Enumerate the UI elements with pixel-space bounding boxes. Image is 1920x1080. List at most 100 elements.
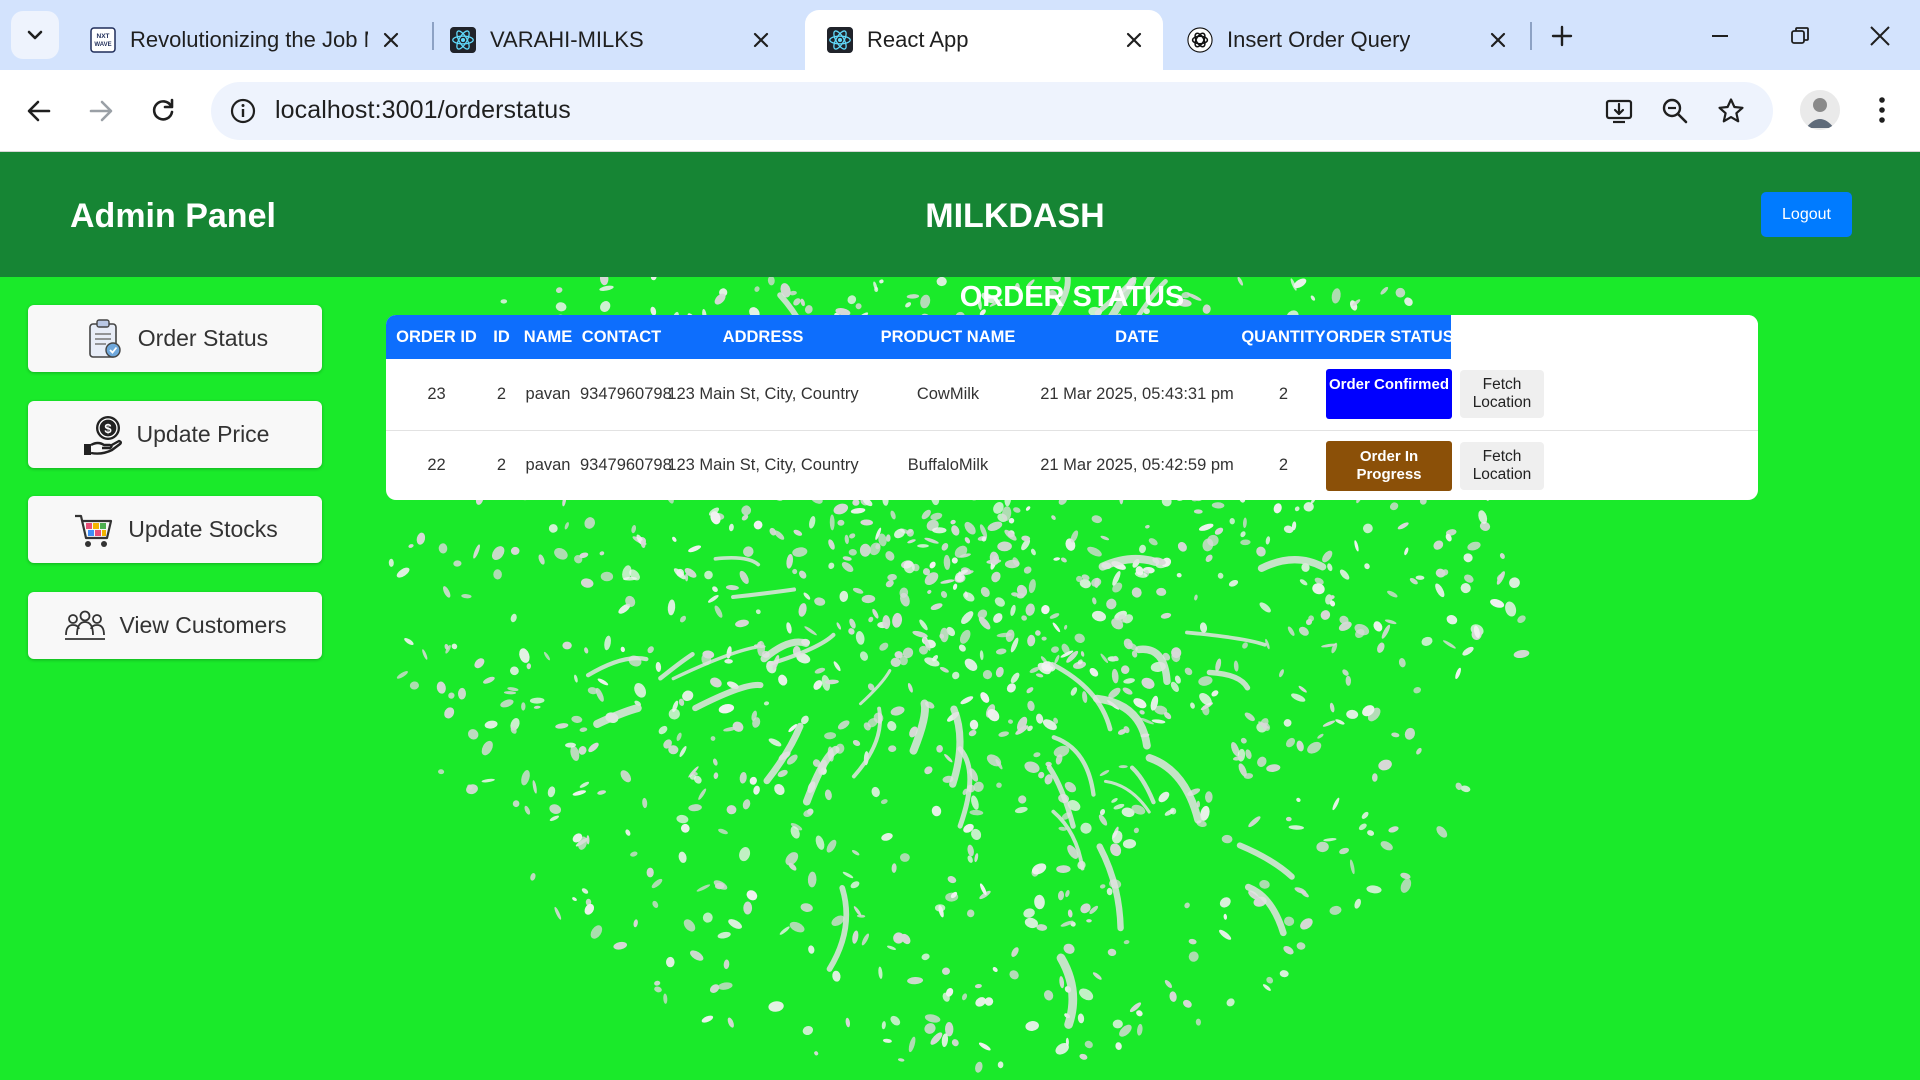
milk-droplet [631, 524, 637, 534]
cell-name: pavan [525, 456, 571, 475]
browser-tab-1[interactable]: VARAHI-MILKS [428, 10, 790, 70]
milk-droplet [917, 544, 929, 548]
milk-droplet [521, 702, 526, 711]
milk-droplet [652, 900, 659, 908]
milk-droplet [1467, 541, 1481, 551]
milk-droplet [969, 719, 979, 730]
milk-droplet [828, 562, 835, 570]
sidebar-item-update-stocks[interactable]: Update Stocks [28, 496, 322, 563]
milk-droplet [742, 799, 751, 810]
milk-droplet [888, 745, 897, 753]
milk-droplet [1327, 563, 1333, 572]
milk-droplet [807, 871, 817, 888]
back-button[interactable] [17, 89, 61, 133]
milk-droplet [890, 510, 896, 520]
sidebar-item-view-customers[interactable]: View Customers [28, 592, 322, 659]
milk-droplet [1122, 839, 1137, 849]
zoom-icon[interactable] [1657, 93, 1693, 129]
logout-button[interactable]: Logout [1761, 192, 1852, 237]
browser-menu-button[interactable] [1864, 90, 1900, 130]
close-window-button[interactable] [1858, 14, 1902, 58]
close-icon[interactable] [748, 27, 774, 53]
browser-tab-bar: NXT WAVE Revolutionizing the Job M VARAHI… [0, 0, 1920, 70]
milk-droplet [654, 980, 661, 986]
milk-droplet [1346, 709, 1359, 719]
milk-droplet [754, 286, 760, 292]
milk-droplet [724, 658, 733, 664]
install-app-icon[interactable] [1601, 93, 1637, 129]
reload-button[interactable] [141, 89, 185, 133]
milk-droplet [753, 785, 760, 795]
milk-droplet [964, 658, 978, 671]
milk-droplet [532, 780, 537, 794]
milk-droplet [1462, 646, 1474, 656]
browser-tab-2-active[interactable]: React App [805, 10, 1163, 70]
milk-droplet [859, 669, 892, 706]
sidebar-item-order-status[interactable]: Order Status [28, 305, 322, 372]
milk-droplet [940, 591, 948, 598]
milk-droplet [1199, 622, 1208, 633]
milk-droplet [1148, 538, 1158, 546]
fetch-location-button[interactable]: Fetch Location [1460, 441, 1544, 490]
milk-droplet [924, 537, 939, 544]
milk-droplet [1079, 988, 1094, 1001]
milk-droplet [1008, 719, 1013, 724]
milk-droplet [1288, 825, 1304, 830]
milk-droplet [712, 758, 718, 766]
url-text[interactable]: localhost:3001/orderstatus [275, 96, 571, 125]
milk-droplet [1084, 1040, 1093, 1049]
milk-droplet [1273, 503, 1282, 514]
col-name: NAME [516, 315, 580, 359]
fetch-location-button[interactable]: Fetch Location [1460, 370, 1544, 419]
milk-droplet [850, 507, 866, 514]
milk-droplet [1112, 582, 1123, 593]
sidebar-item-update-price[interactable]: $ Update Price [28, 401, 322, 468]
milk-droplet [1223, 913, 1228, 920]
order-status-button[interactable]: Order Confirmed [1326, 369, 1452, 420]
milk-droplet [600, 301, 611, 312]
milk-droplet [907, 539, 916, 544]
milk-droplet [1322, 720, 1336, 727]
milk-droplet [778, 674, 788, 686]
address-bar[interactable]: localhost:3001/orderstatus [211, 82, 1773, 140]
milk-droplet [892, 612, 903, 628]
milk-droplet [829, 514, 835, 531]
milk-droplet [841, 561, 854, 573]
close-icon[interactable] [378, 27, 404, 53]
milk-droplet [453, 560, 462, 567]
bookmark-star-icon[interactable] [1713, 93, 1749, 129]
milk-droplet [1296, 797, 1301, 803]
milk-droplet [588, 742, 599, 753]
milk-droplet [881, 833, 893, 841]
milk-droplet [717, 982, 733, 990]
close-icon[interactable] [1121, 27, 1147, 53]
milk-droplet [890, 706, 905, 716]
profile-avatar[interactable] [1800, 90, 1840, 130]
milk-droplet [1111, 830, 1123, 844]
milk-droplet [964, 537, 971, 544]
milk-droplet [530, 873, 536, 881]
site-info-icon[interactable] [225, 93, 261, 129]
order-status-button[interactable]: Order In Progress [1326, 440, 1452, 491]
cell-contact: 9347960798 [580, 359, 672, 431]
col-order-id: ORDER ID [386, 315, 487, 359]
milk-droplet [930, 603, 943, 610]
milk-droplet [673, 568, 686, 580]
milk-droplet [555, 723, 569, 729]
restore-button[interactable] [1778, 14, 1822, 58]
minimize-button[interactable] [1698, 14, 1742, 58]
browser-tab-3[interactable]: Insert Order Query [1165, 10, 1527, 70]
milk-droplet [731, 587, 797, 600]
tab-search-button[interactable] [11, 11, 59, 59]
milk-droplet [951, 1039, 959, 1047]
milk-droplet [1038, 771, 1045, 779]
milk-droplet [679, 615, 687, 623]
forward-button[interactable] [79, 89, 123, 133]
milk-droplet [845, 1017, 851, 1028]
new-tab-button[interactable] [1542, 16, 1582, 56]
browser-tab-0[interactable]: NXT WAVE Revolutionizing the Job M [68, 10, 420, 70]
milk-droplet [1331, 288, 1341, 304]
tab-title: Revolutionizing the Job M [130, 27, 368, 52]
close-icon[interactable] [1485, 27, 1511, 53]
more-vertical-icon [1879, 97, 1885, 123]
